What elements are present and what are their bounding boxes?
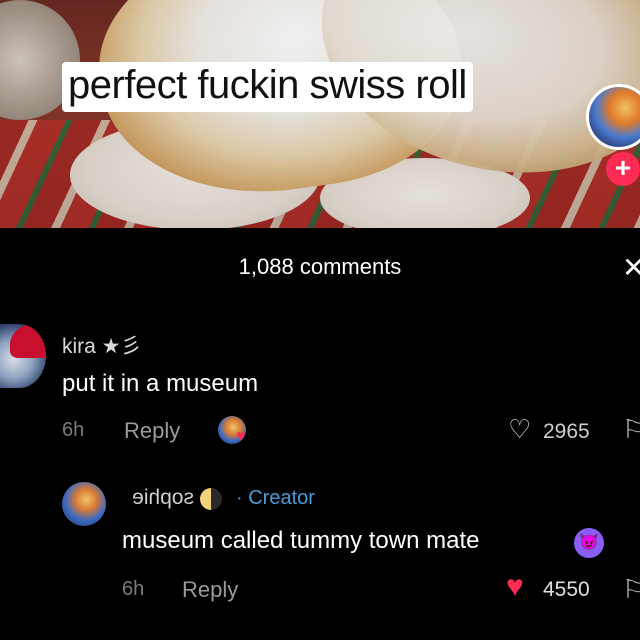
- dislike-icon[interactable]: ⚐: [622, 574, 640, 605]
- comment-text: museum called tummy town mate: [122, 527, 480, 554]
- video-preview[interactable]: [0, 0, 640, 228]
- close-icon[interactable]: ✕: [622, 254, 640, 282]
- screen: perfect fuckin swiss roll + 1,088 commen…: [0, 0, 640, 640]
- comment-time: 6h: [122, 578, 145, 600]
- avatar[interactable]: [62, 482, 106, 526]
- santa-hat-image: [10, 324, 46, 358]
- video-caption: perfect fuckin swiss roll: [62, 62, 473, 112]
- reply-button[interactable]: Reply: [182, 577, 238, 603]
- avatar[interactable]: [0, 324, 46, 388]
- reply-button[interactable]: Reply: [124, 418, 180, 444]
- comment-username[interactable]: sophie: [132, 486, 194, 510]
- like-count: 2965: [543, 420, 590, 443]
- video-overlay: [0, 0, 640, 228]
- comment-username[interactable]: kira ★彡: [62, 330, 142, 360]
- comments-header: 1,088 comments ✕: [0, 248, 640, 288]
- like-count: 4550: [543, 578, 590, 601]
- heart-outline-icon[interactable]: ♡: [508, 416, 531, 442]
- comment-count: 1,088 comments: [238, 254, 402, 279]
- comment-text: put it in a museum: [62, 370, 259, 397]
- moon-emoji-icon: [200, 488, 222, 510]
- creator-badge: · Creator: [236, 487, 315, 509]
- heart-filled-icon[interactable]: ♥: [506, 572, 524, 602]
- dislike-icon[interactable]: ⚐: [622, 414, 640, 445]
- comment-time: 6h: [62, 419, 85, 441]
- follow-plus-icon[interactable]: +: [606, 152, 640, 186]
- devil-emoji-icon: 😈: [574, 528, 604, 558]
- creator-heart-icon: ♥: [236, 428, 246, 445]
